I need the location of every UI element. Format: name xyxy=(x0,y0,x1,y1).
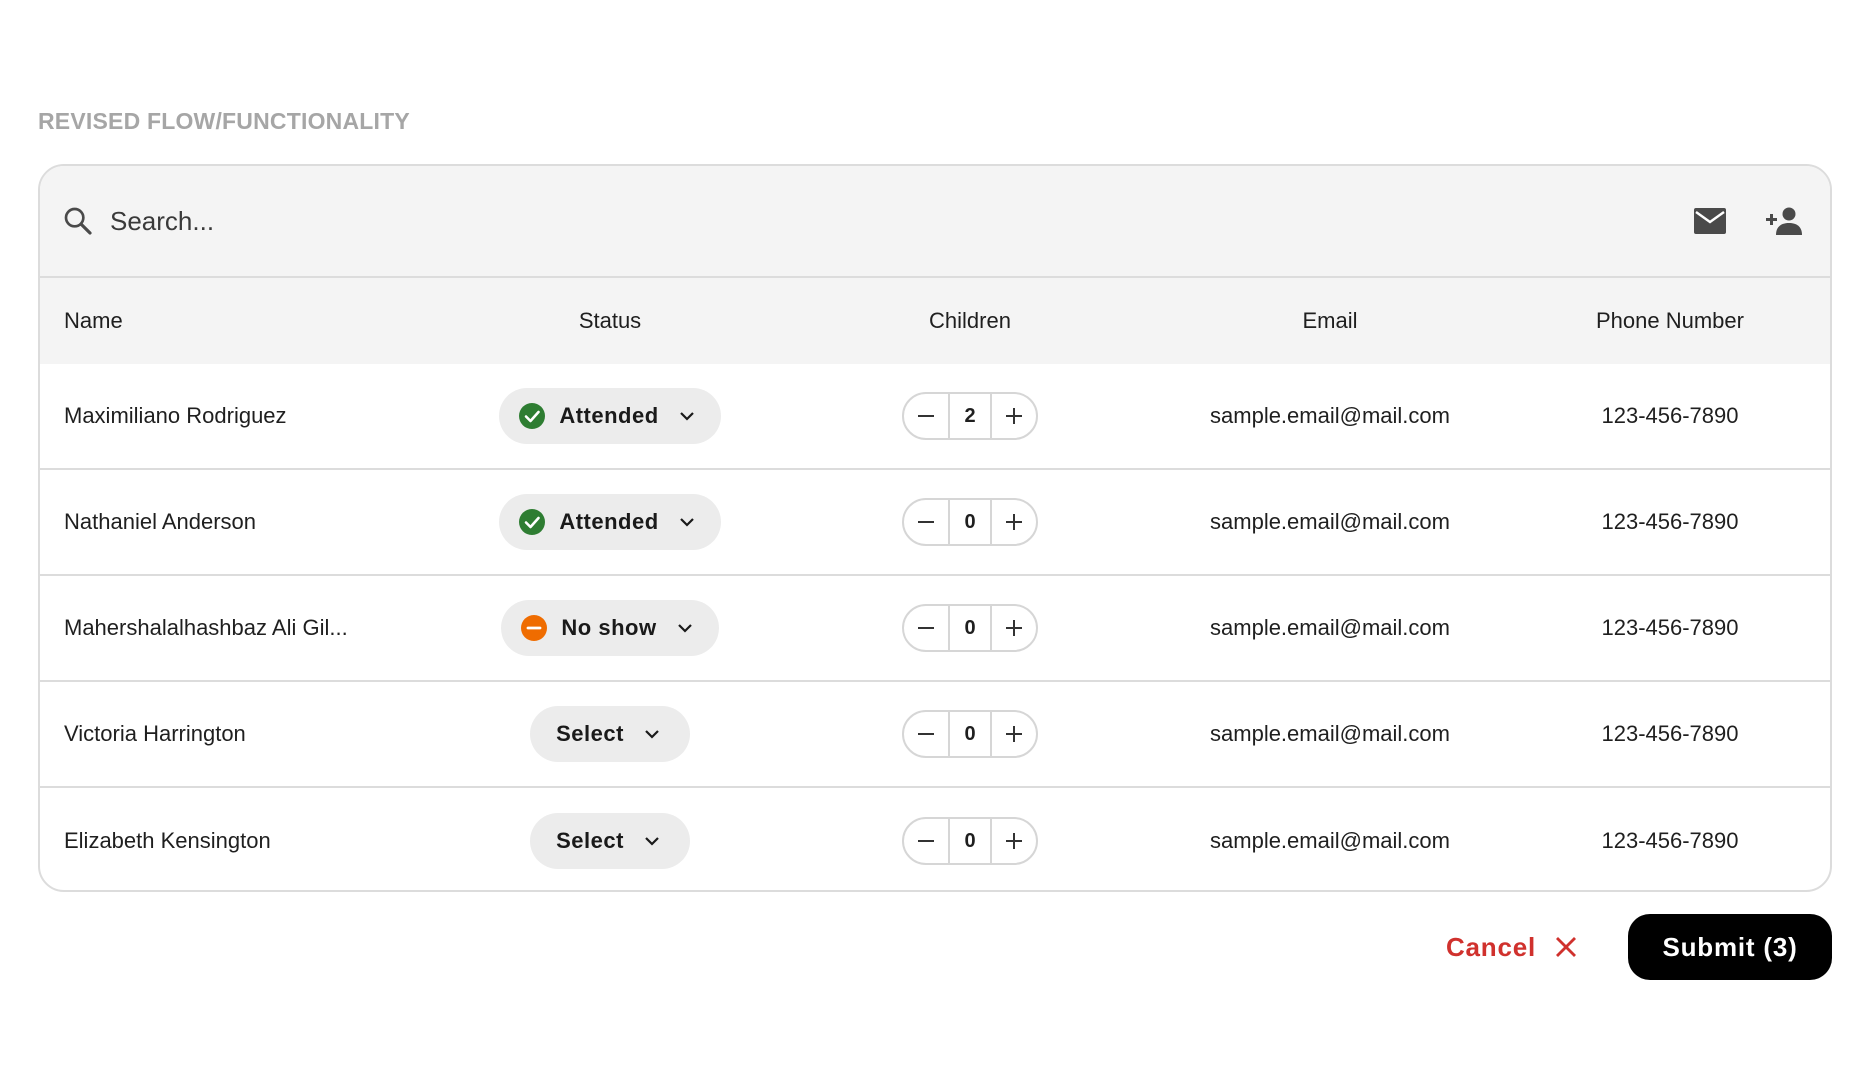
attendance-table-card: Name Status Children Email Phone Number … xyxy=(38,164,1832,892)
add-person-icon xyxy=(1766,207,1802,235)
chevron-down-icon xyxy=(645,837,659,846)
children-count[interactable]: 0 xyxy=(948,606,992,650)
chevron-down-icon xyxy=(679,412,694,421)
status-label: No show xyxy=(561,615,657,640)
attendee-email: sample.email@mail.com xyxy=(1210,828,1450,853)
status-dropdown[interactable]: Select xyxy=(530,813,690,869)
form-footer: Cancel Submit (3) xyxy=(1446,914,1832,980)
attendee-email: sample.email@mail.com xyxy=(1210,721,1450,746)
minus-circle-icon xyxy=(521,615,548,641)
table-row: Elizabeth Kensington Select 0 sample.ema… xyxy=(40,788,1830,890)
mail-icon xyxy=(1694,208,1726,234)
table-row: Victoria Harrington Select 0 sample.emai… xyxy=(40,682,1830,788)
minus-icon xyxy=(918,627,934,629)
increment-button[interactable] xyxy=(992,819,1036,863)
increment-button[interactable] xyxy=(992,500,1036,544)
check-circle-icon xyxy=(519,509,546,535)
status-dropdown[interactable]: No show xyxy=(501,600,719,656)
attendee-phone: 123-456-7890 xyxy=(1601,509,1739,534)
decrement-button[interactable] xyxy=(904,606,948,650)
increment-button[interactable] xyxy=(992,394,1036,438)
column-header-name: Name xyxy=(64,308,123,333)
minus-icon xyxy=(918,733,934,735)
children-count[interactable]: 2 xyxy=(948,394,992,438)
attendee-email: sample.email@mail.com xyxy=(1210,403,1450,428)
attendee-email: sample.email@mail.com xyxy=(1210,615,1450,640)
minus-icon xyxy=(918,415,934,417)
children-count[interactable]: 0 xyxy=(948,712,992,756)
children-stepper: 0 xyxy=(902,710,1038,758)
plus-icon xyxy=(1006,408,1022,424)
attendee-name: Mahershalalhashbaz Ali Gil... xyxy=(64,615,348,640)
children-stepper: 0 xyxy=(902,498,1038,546)
plus-icon xyxy=(1006,726,1022,742)
status-label: Attended xyxy=(559,509,659,534)
attendee-phone: 123-456-7890 xyxy=(1601,403,1739,428)
close-icon xyxy=(1556,937,1576,957)
section-title: REVISED FLOW/FUNCTIONALITY xyxy=(38,108,410,134)
children-count[interactable]: 0 xyxy=(948,500,992,544)
column-header-status: Status xyxy=(578,308,642,333)
decrement-button[interactable] xyxy=(904,819,948,863)
submit-label: Submit (3) xyxy=(1662,931,1798,962)
minus-icon xyxy=(918,521,934,523)
attendee-name: Victoria Harrington xyxy=(64,721,246,746)
attendee-name: Maximiliano Rodriguez xyxy=(64,403,287,428)
decrement-button[interactable] xyxy=(904,394,948,438)
children-stepper: 0 xyxy=(902,604,1038,652)
table-row: Nathaniel Anderson Attended 0 sample.ema… xyxy=(40,470,1830,576)
table-row: Maximiliano Rodriguez Attended 2 sample.… xyxy=(40,364,1830,470)
status-label: Attended xyxy=(559,403,659,428)
children-count[interactable]: 0 xyxy=(948,819,992,863)
table-header: Name Status Children Email Phone Number xyxy=(40,278,1830,364)
status-dropdown[interactable]: Attended xyxy=(499,494,721,550)
chevron-down-icon xyxy=(679,518,694,527)
minus-icon xyxy=(918,840,934,842)
chevron-down-icon xyxy=(645,730,659,739)
status-dropdown[interactable]: Select xyxy=(530,706,690,762)
submit-button[interactable]: Submit (3) xyxy=(1628,914,1832,980)
attendee-phone: 123-456-7890 xyxy=(1601,615,1739,640)
plus-icon xyxy=(1006,833,1022,849)
attendee-name: Nathaniel Anderson xyxy=(64,509,257,534)
status-label: Select xyxy=(556,828,624,853)
increment-button[interactable] xyxy=(992,606,1036,650)
chevron-down-icon xyxy=(677,624,692,633)
attendee-phone: 123-456-7890 xyxy=(1601,721,1739,746)
attendee-phone: 123-456-7890 xyxy=(1601,828,1739,853)
search-bar xyxy=(62,204,1660,238)
status-label: Select xyxy=(556,721,624,746)
search-input[interactable] xyxy=(108,204,712,238)
attendee-email: sample.email@mail.com xyxy=(1210,509,1450,534)
table-toolbar xyxy=(40,166,1830,278)
add-person-button[interactable] xyxy=(1760,197,1808,245)
plus-icon xyxy=(1006,620,1022,636)
decrement-button[interactable] xyxy=(904,712,948,756)
children-stepper: 0 xyxy=(902,817,1038,865)
search-icon xyxy=(64,207,92,235)
check-circle-icon xyxy=(519,403,546,429)
status-dropdown[interactable]: Attended xyxy=(499,388,721,444)
table-row: Mahershalalhashbaz Ali Gil... No show 0 xyxy=(40,576,1830,682)
attendee-name: Elizabeth Kensington xyxy=(64,828,271,853)
cancel-label: Cancel xyxy=(1445,931,1536,962)
column-header-email: Email xyxy=(1302,308,1358,333)
column-header-phone: Phone Number xyxy=(1596,308,1744,333)
cancel-button[interactable]: Cancel xyxy=(1446,932,1578,963)
plus-icon xyxy=(1006,514,1022,530)
decrement-button[interactable] xyxy=(904,500,948,544)
email-all-button[interactable] xyxy=(1686,197,1734,245)
increment-button[interactable] xyxy=(992,712,1036,756)
children-stepper: 2 xyxy=(902,392,1038,440)
column-header-children: Children xyxy=(929,308,1011,333)
